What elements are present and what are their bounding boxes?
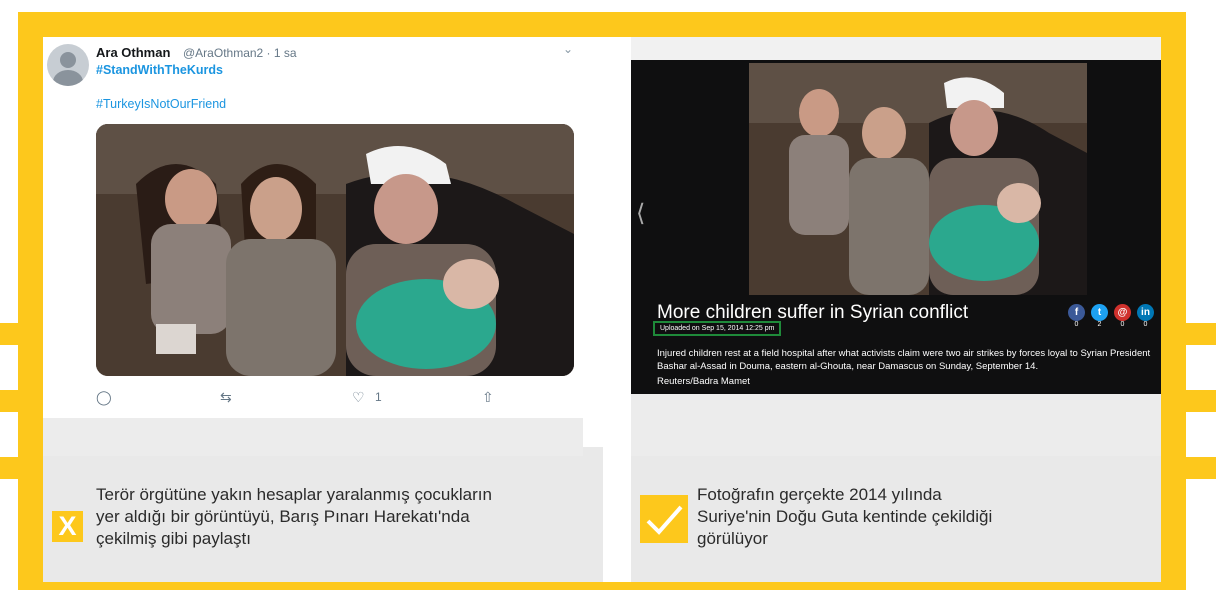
- photo-credit: Reuters/Badra Mamet: [657, 376, 750, 387]
- hashtag-link[interactable]: #StandWithTheKurds: [96, 63, 223, 77]
- news-caption: Injured children rest at a field hospita…: [657, 348, 1151, 372]
- hashtag-link[interactable]: #TurkeyIsNotOurFriend: [96, 97, 226, 111]
- share-count: 0: [1074, 321, 1079, 328]
- news-photo[interactable]: [749, 63, 1087, 295]
- share-count: 0: [1143, 321, 1148, 328]
- tweet-footer-band: [43, 418, 583, 456]
- previous-arrow-icon[interactable]: ⟨: [636, 199, 645, 228]
- avatar[interactable]: [47, 44, 89, 86]
- tweet-photo[interactable]: [96, 124, 574, 376]
- left-stripe-2: [0, 390, 18, 412]
- chevron-down-icon[interactable]: ⌄: [563, 42, 573, 56]
- right-stripe-1: [1186, 323, 1216, 345]
- linkedin-icon[interactable]: in: [1137, 304, 1154, 321]
- false-claim-text: Terör örgütüne yakın hesaplar yaralanmış…: [96, 485, 492, 548]
- retweet-icon[interactable]: ⇆: [220, 389, 232, 406]
- like-icon[interactable]: ♡: [352, 389, 365, 406]
- false-mark-icon: X: [52, 511, 83, 542]
- facebook-icon[interactable]: f: [1068, 304, 1085, 321]
- left-stripe-3: [0, 457, 18, 479]
- share-count: 0: [1120, 321, 1125, 328]
- right-stripe-3: [1186, 457, 1216, 479]
- tweet-handle: @AraOthman2 · 1 sa: [183, 46, 297, 60]
- like-count: 1: [375, 390, 382, 404]
- email-icon[interactable]: @: [1114, 304, 1131, 321]
- twitter-icon[interactable]: t: [1091, 304, 1108, 321]
- panel-divider: [603, 37, 631, 582]
- tweet-author-name[interactable]: Ara Othman: [96, 45, 170, 60]
- left-stripe-1: [0, 323, 18, 345]
- fact-text: Fotoğrafın gerçekte 2014 yılında Suriye'…: [697, 485, 993, 548]
- upload-date: Uploaded on Sep 15, 2014 12:25 pm: [653, 321, 782, 336]
- share-icon[interactable]: ⇧: [482, 389, 494, 406]
- reply-icon[interactable]: ◯: [96, 389, 112, 406]
- right-stripe-2: [1186, 390, 1216, 412]
- news-footer-band: [631, 393, 1161, 456]
- share-count: 2: [1097, 321, 1102, 328]
- check-icon: [640, 495, 688, 543]
